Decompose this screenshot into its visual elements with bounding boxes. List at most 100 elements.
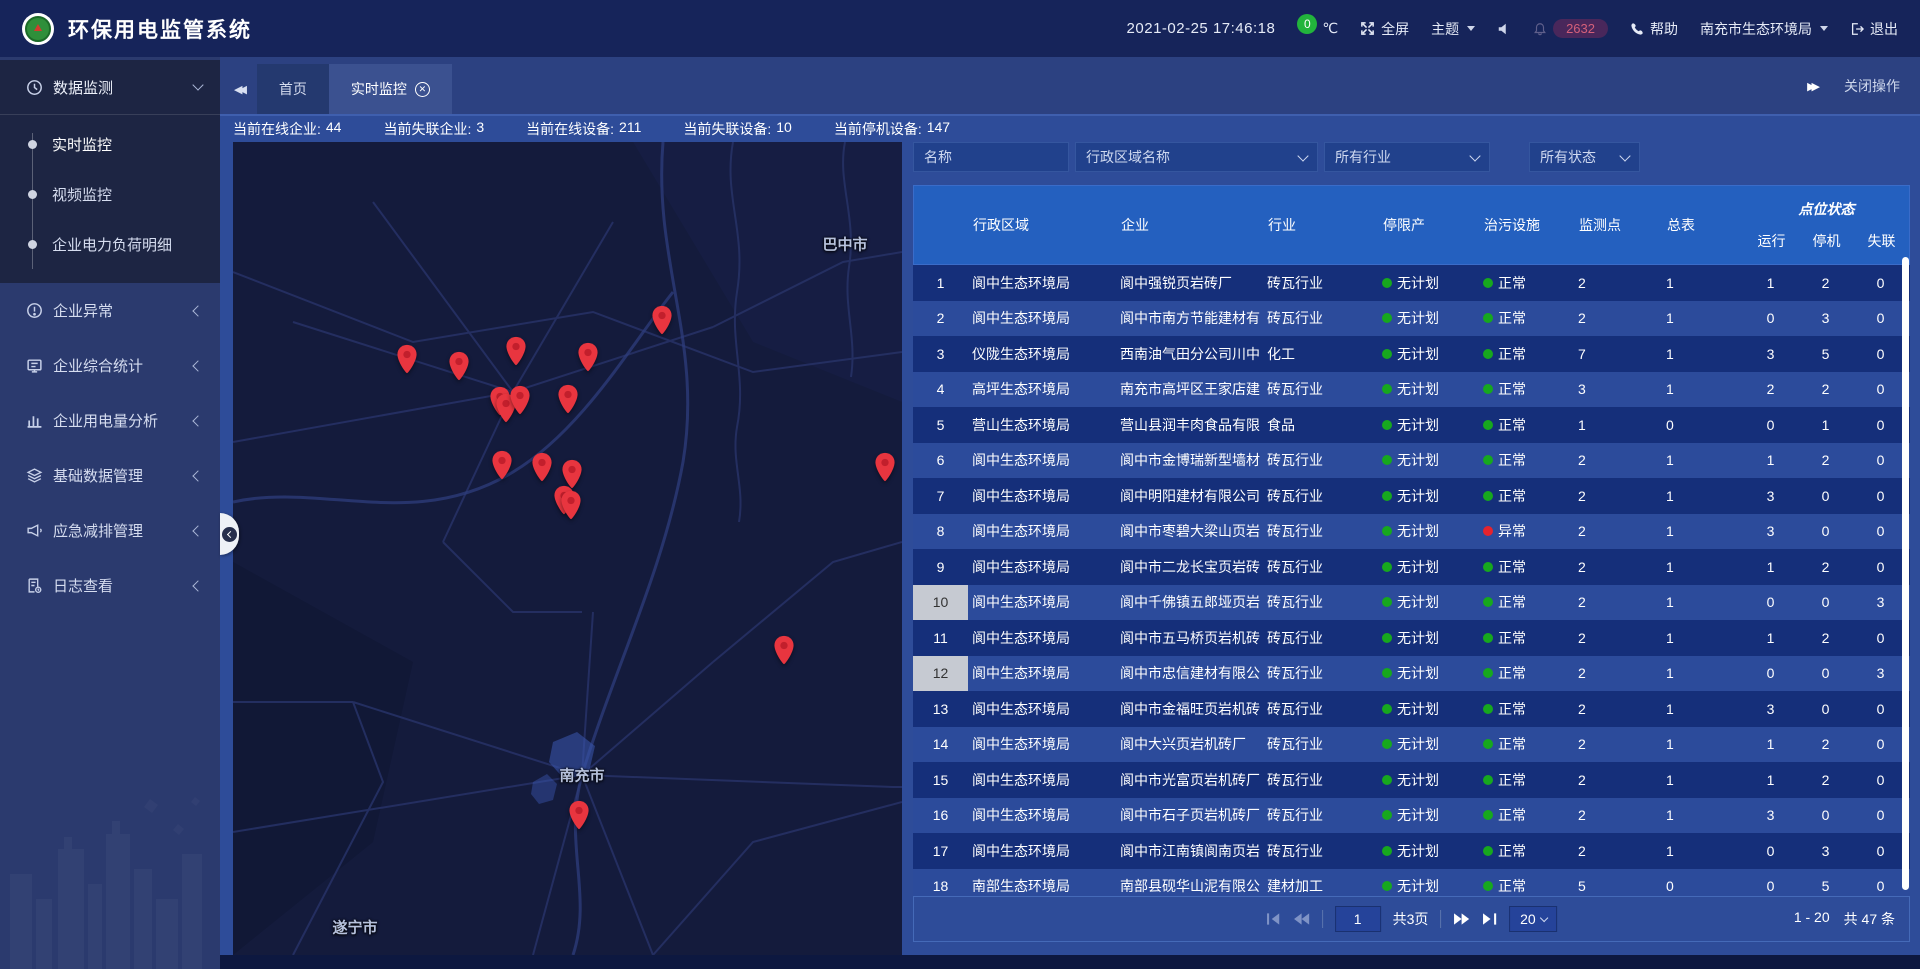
notifications[interactable]: 2632 (1533, 19, 1608, 38)
cell-company: 阆中市五马桥页岩机砖 (1118, 628, 1265, 648)
sidebar-item-basic-data-management[interactable]: 基础数据管理 (0, 448, 220, 503)
map-pin[interactable] (396, 344, 418, 375)
name-search-input[interactable] (913, 142, 1069, 172)
table-row[interactable]: 4 高坪生态环境局 南充市高坪区王家店建 砖瓦行业 无计划 正常 (913, 372, 1910, 408)
org-dropdown[interactable]: 南充市生态环境局 (1700, 19, 1828, 39)
region-select[interactable]: 行政区域名称 (1075, 142, 1318, 172)
cell-industry: 砖瓦行业 (1265, 628, 1378, 648)
pagination-summary: 1 - 20 共 47 条 (1794, 909, 1909, 929)
table-row[interactable]: 2 阆中生态环境局 阆中市南方节能建材有 砖瓦行业 无计划 正常 (913, 301, 1910, 337)
map-pin[interactable] (509, 385, 531, 416)
chevron-left-icon (192, 525, 203, 536)
map-pin[interactable] (560, 490, 582, 521)
sidebar-item-video-monitoring[interactable]: 视频监控 (0, 169, 220, 219)
table-row[interactable]: 13 阆中生态环境局 阆中市金福旺页岩机砖 砖瓦行业 无计划 正常 (913, 691, 1910, 727)
sidebar-item-log-view[interactable]: 日志查看 (0, 558, 220, 613)
help-button[interactable]: 帮助 (1630, 19, 1678, 39)
sidebar-item-power-load-detail[interactable]: 企业电力负荷明细 (0, 219, 220, 269)
map-pin[interactable] (531, 452, 553, 483)
row-index: 11 (913, 620, 968, 656)
row-index: 7 (913, 478, 968, 514)
fullscreen-button[interactable]: 全屏 (1360, 19, 1409, 39)
sidebar-item-realtime-monitoring[interactable]: 实时监控 (0, 119, 220, 169)
table-row[interactable]: 14 阆中生态环境局 阆中大兴页岩机砖厂 砖瓦行业 无计划 正常 (913, 727, 1910, 763)
cell-stop-production: 无计划 (1378, 450, 1473, 470)
page-number-input[interactable] (1335, 906, 1381, 932)
cell-region: 阆中生态环境局 (968, 486, 1118, 506)
table-row[interactable]: 11 阆中生态环境局 阆中市五马桥页岩机砖 砖瓦行业 无计划 正常 (913, 620, 1910, 656)
col-stop-production: 停限产 (1379, 186, 1474, 264)
table-row[interactable]: 1 阆中生态环境局 阆中强锐页岩砖厂 砖瓦行业 无计划 正常 (913, 265, 1910, 301)
close-icon[interactable]: ✕ (415, 82, 430, 97)
logout-button[interactable]: 退出 (1850, 19, 1898, 39)
status-dot (1483, 633, 1493, 643)
tabs-scroll-left-button[interactable]: ◀◀ (234, 83, 243, 96)
table-row[interactable]: 6 阆中生态环境局 阆中市金博瑞新型墙材 砖瓦行业 无计划 正常 (913, 443, 1910, 479)
map-pin[interactable] (568, 800, 590, 831)
cell-total-meter: 1 (1658, 559, 1743, 575)
cell-industry: 砖瓦行业 (1265, 486, 1378, 506)
sidebar-item-emergency-reduction[interactable]: 应急减排管理 (0, 503, 220, 558)
cell-stopped: 2 (1798, 630, 1853, 646)
table-row[interactable]: 12 阆中生态环境局 阆中市忠信建材有限公 砖瓦行业 无计划 正常 (913, 656, 1910, 692)
status-dot (1483, 526, 1493, 536)
sidebar-item-enterprise-abnormal[interactable]: 企业异常 (0, 283, 220, 338)
tabs-scroll-right-button[interactable]: ▶▶ (1807, 80, 1816, 93)
col-monitoring-points: 监测点 (1569, 186, 1659, 264)
tab-home[interactable]: 首页 (257, 64, 329, 114)
table-row[interactable]: 5 营山生态环境局 营山县润丰肉食品有限 食品 无计划 正常 (913, 407, 1910, 443)
cell-stop-production: 无计划 (1378, 770, 1473, 790)
sound-toggle[interactable] (1497, 22, 1511, 36)
page-size-select[interactable]: 20 (1509, 906, 1557, 932)
status-dot (1483, 420, 1493, 430)
map-city-label: 遂宁市 (332, 917, 377, 938)
first-page-button[interactable] (1266, 912, 1281, 926)
close-operations-button[interactable]: 关闭操作 (1844, 76, 1900, 96)
map-pin[interactable] (557, 384, 579, 415)
col-region: 行政区域 (969, 186, 1119, 264)
stats-bar: 当前在线企业: 44 当前失联企业: 3 当前在线设备: 211 当前失联设备:… (220, 116, 1920, 142)
theme-dropdown[interactable]: 主题 (1431, 19, 1475, 39)
table-row[interactable]: 9 阆中生态环境局 阆中市二龙长宝页岩砖 砖瓦行业 无计划 正常 (913, 549, 1910, 585)
table-row[interactable]: 7 阆中生态环境局 阆中明阳建材有限公司 砖瓦行业 无计划 正常 (913, 478, 1910, 514)
next-page-button[interactable] (1453, 912, 1470, 926)
table-row[interactable]: 17 阆中生态环境局 阆中市江南镇阆南页岩 砖瓦行业 无计划 正常 (913, 833, 1910, 869)
map-pin[interactable] (491, 450, 513, 481)
table-row[interactable]: 15 阆中生态环境局 阆中市光富页岩机砖厂 砖瓦行业 无计划 正常 (913, 762, 1910, 798)
row-index: 2 (913, 301, 968, 337)
datetime: 2021-02-25 17:46:18 (1127, 20, 1276, 37)
map-pin[interactable] (577, 342, 599, 373)
cell-industry: 砖瓦行业 (1265, 663, 1378, 683)
table-header: 行政区域 企业 行业 停限产 治污设施 监测点 总表 点位状态 运行 停机 失联 (913, 185, 1910, 265)
last-page-button[interactable] (1482, 912, 1497, 926)
tab-realtime-monitoring[interactable]: 实时监控 ✕ (329, 64, 452, 114)
map-pin[interactable] (505, 336, 527, 367)
prev-page-button[interactable] (1293, 912, 1310, 926)
cell-disconnected: 0 (1853, 381, 1908, 397)
status-dot-green (1382, 562, 1392, 572)
table-row[interactable]: 3 仪陇生态环境局 西南油气田分公司川中 化工 无计划 正常 (913, 336, 1910, 372)
megaphone-icon (26, 522, 43, 539)
cell-pollution-facility: 正常 (1473, 663, 1568, 683)
map-pin[interactable] (448, 351, 470, 382)
status-dot (1483, 349, 1493, 359)
row-index: 14 (913, 727, 968, 763)
sidebar-item-enterprise-statistics[interactable]: 企业综合统计 (0, 338, 220, 393)
sidebar-item-data-monitoring[interactable]: 数据监测 (0, 60, 220, 115)
cell-stop-production: 无计划 (1378, 699, 1473, 719)
table-row[interactable]: 16 阆中生态环境局 阆中市石子页岩机砖厂 砖瓦行业 无计划 正常 (913, 798, 1910, 834)
cell-pollution-facility: 正常 (1473, 876, 1568, 896)
sidebar-item-power-usage-analysis[interactable]: 企业用电量分析 (0, 393, 220, 448)
scrollbar-thumb[interactable] (1902, 257, 1909, 890)
map-pin[interactable] (874, 452, 896, 483)
map-pin[interactable] (651, 305, 673, 336)
table-row[interactable]: 18 南部生态环境局 南部县砚华山泥有限公 建材加工 无计划 正常 (913, 869, 1910, 897)
map-pin[interactable] (773, 635, 795, 666)
table-row[interactable]: 10 阆中生态环境局 阆中千佛镇五郎垭页岩 砖瓦行业 无计划 正常 (913, 585, 1910, 621)
cell-stop-production: 无计划 (1378, 273, 1473, 293)
industry-select[interactable]: 所有行业 (1324, 142, 1490, 172)
map[interactable]: 巴中市南充市遂宁市 (233, 142, 902, 955)
table-row[interactable]: 8 阆中生态环境局 阆中市枣碧大梁山页岩 砖瓦行业 无计划 异常 (913, 514, 1910, 550)
cell-disconnected: 0 (1853, 523, 1908, 539)
status-select[interactable]: 所有状态 (1529, 142, 1640, 172)
